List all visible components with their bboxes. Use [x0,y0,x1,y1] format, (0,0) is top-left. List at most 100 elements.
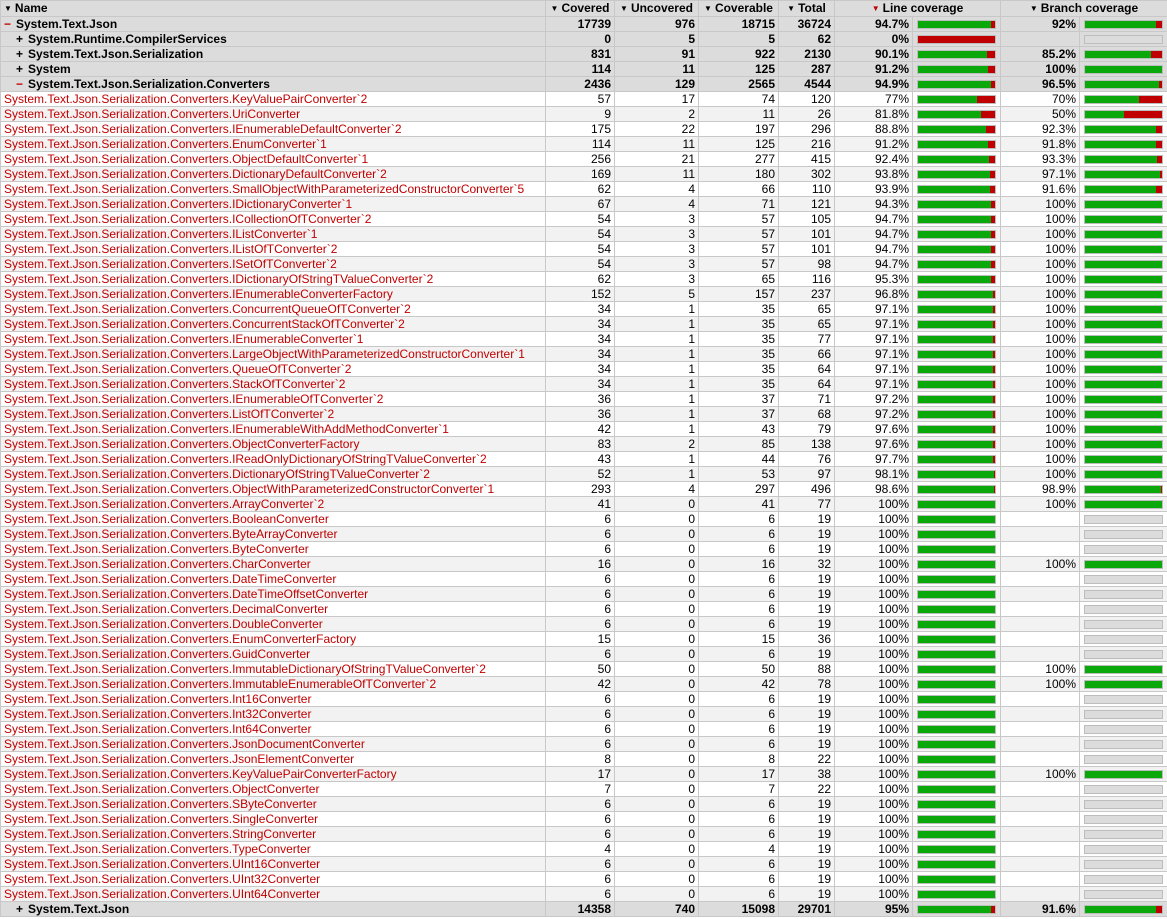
class-row[interactable]: System.Text.Json.Serialization.Converter… [0,646,1167,662]
expand-icon[interactable]: + [16,48,28,61]
class-row[interactable]: System.Text.Json.Serialization.Converter… [0,436,1167,452]
class-row[interactable]: System.Text.Json.Serialization.Converter… [0,271,1167,287]
collapse-icon[interactable]: − [4,18,16,31]
class-link[interactable]: System.Text.Json.Serialization.Converter… [4,813,318,826]
sort-by-name[interactable]: ▼ Name [0,0,546,17]
class-row[interactable]: System.Text.Json.Serialization.Converter… [0,496,1167,512]
class-link[interactable]: System.Text.Json.Serialization.Converter… [4,198,352,211]
namespace-link[interactable]: System [28,63,71,76]
class-link[interactable]: System.Text.Json.Serialization.Converter… [4,633,356,646]
class-link[interactable]: System.Text.Json.Serialization.Converter… [4,603,328,616]
class-row[interactable]: System.Text.Json.Serialization.Converter… [0,796,1167,812]
class-link[interactable]: System.Text.Json.Serialization.Converter… [4,348,525,361]
class-link[interactable]: System.Text.Json.Serialization.Converter… [4,153,368,166]
class-row[interactable]: System.Text.Json.Serialization.Converter… [0,511,1167,527]
namespace-link[interactable]: System.Text.Json [16,18,117,31]
class-link[interactable]: System.Text.Json.Serialization.Converter… [4,243,337,256]
class-link[interactable]: System.Text.Json.Serialization.Converter… [4,783,319,796]
class-link[interactable]: System.Text.Json.Serialization.Converter… [4,183,524,196]
class-row[interactable]: System.Text.Json.Serialization.Converter… [0,826,1167,842]
class-row[interactable]: System.Text.Json.Serialization.Converter… [0,631,1167,647]
class-row[interactable]: System.Text.Json.Serialization.Converter… [0,481,1167,497]
class-link[interactable]: System.Text.Json.Serialization.Converter… [4,678,436,691]
class-row[interactable]: System.Text.Json.Serialization.Converter… [0,391,1167,407]
class-link[interactable]: System.Text.Json.Serialization.Converter… [4,333,363,346]
class-row[interactable]: System.Text.Json.Serialization.Converter… [0,856,1167,872]
class-link[interactable]: System.Text.Json.Serialization.Converter… [4,888,320,901]
class-row[interactable]: System.Text.Json.Serialization.Converter… [0,316,1167,332]
class-link[interactable]: System.Text.Json.Serialization.Converter… [4,483,494,496]
class-row[interactable]: System.Text.Json.Serialization.Converter… [0,226,1167,242]
class-row[interactable]: System.Text.Json.Serialization.Converter… [0,661,1167,677]
class-link[interactable]: System.Text.Json.Serialization.Converter… [4,288,393,301]
class-link[interactable]: System.Text.Json.Serialization.Converter… [4,108,300,121]
class-link[interactable]: System.Text.Json.Serialization.Converter… [4,123,402,136]
class-row[interactable]: System.Text.Json.Serialization.Converter… [0,211,1167,227]
namespace-row[interactable]: − System.Text.Json 17739 976 18715 36724 94.7%… [0,16,1167,32]
namespace-link[interactable]: System.Text.Json.Serialization [28,48,203,61]
class-link[interactable]: System.Text.Json.Serialization.Converter… [4,873,320,886]
class-link[interactable]: System.Text.Json.Serialization.Converter… [4,468,430,481]
class-link[interactable]: System.Text.Json.Serialization.Converter… [4,663,486,676]
class-link[interactable]: System.Text.Json.Serialization.Converter… [4,408,334,421]
namespace-row[interactable]: + System.Text.Json.Serialization 831 91 922 2… [0,46,1167,62]
class-row[interactable]: System.Text.Json.Serialization.Converter… [0,811,1167,827]
class-row[interactable]: System.Text.Json.Serialization.Converter… [0,691,1167,707]
namespace-row[interactable]: + System.Runtime.CompilerServices 0 5 5 62 0% [0,31,1167,47]
class-link[interactable]: System.Text.Json.Serialization.Converter… [4,843,311,856]
class-row[interactable]: System.Text.Json.Serialization.Converter… [0,406,1167,422]
class-link[interactable]: System.Text.Json.Serialization.Converter… [4,693,311,706]
class-row[interactable]: System.Text.Json.Serialization.Converter… [0,721,1167,737]
class-row[interactable]: System.Text.Json.Serialization.Converter… [0,571,1167,587]
sort-by-line-coverage[interactable]: ▼ Line coverage [834,0,1001,17]
sort-by-covered[interactable]: ▼ Covered [545,0,615,17]
class-link[interactable]: System.Text.Json.Serialization.Converter… [4,648,310,661]
class-link[interactable]: System.Text.Json.Serialization.Converter… [4,213,371,226]
class-row[interactable]: System.Text.Json.Serialization.Converter… [0,616,1167,632]
expand-icon[interactable]: + [16,903,28,916]
class-link[interactable]: System.Text.Json.Serialization.Converter… [4,393,383,406]
class-row[interactable]: System.Text.Json.Serialization.Converter… [0,766,1167,782]
class-row[interactable]: System.Text.Json.Serialization.Converter… [0,586,1167,602]
class-link[interactable]: System.Text.Json.Serialization.Converter… [4,738,365,751]
class-row[interactable]: System.Text.Json.Serialization.Converter… [0,676,1167,692]
collapse-icon[interactable]: − [16,78,28,91]
namespace-link[interactable]: System.Text.Json.Serialization.Converter… [28,78,270,91]
class-link[interactable]: System.Text.Json.Serialization.Converter… [4,378,345,391]
sort-by-coverable[interactable]: ▼ Coverable [698,0,779,17]
class-link[interactable]: System.Text.Json.Serialization.Converter… [4,543,309,556]
class-link[interactable]: System.Text.Json.Serialization.Converter… [4,798,317,811]
class-row[interactable]: System.Text.Json.Serialization.Converter… [0,466,1167,482]
class-row[interactable]: System.Text.Json.Serialization.Converter… [0,151,1167,167]
class-link[interactable]: System.Text.Json.Serialization.Converter… [4,753,354,766]
expand-icon[interactable]: + [16,33,28,46]
class-row[interactable]: System.Text.Json.Serialization.Converter… [0,301,1167,317]
class-link[interactable]: System.Text.Json.Serialization.Converter… [4,723,311,736]
class-row[interactable]: System.Text.Json.Serialization.Converter… [0,421,1167,437]
sort-by-uncovered[interactable]: ▼ Uncovered [614,0,699,17]
class-link[interactable]: System.Text.Json.Serialization.Converter… [4,708,311,721]
class-row[interactable]: System.Text.Json.Serialization.Converter… [0,256,1167,272]
class-row[interactable]: System.Text.Json.Serialization.Converter… [0,526,1167,542]
class-link[interactable]: System.Text.Json.Serialization.Converter… [4,573,336,586]
class-row[interactable]: System.Text.Json.Serialization.Converter… [0,361,1167,377]
class-row[interactable]: System.Text.Json.Serialization.Converter… [0,136,1167,152]
namespace-link[interactable]: System.Runtime.CompilerServices [28,33,227,46]
class-row[interactable]: System.Text.Json.Serialization.Converter… [0,541,1167,557]
class-row[interactable]: System.Text.Json.Serialization.Converter… [0,871,1167,887]
class-row[interactable]: System.Text.Json.Serialization.Converter… [0,121,1167,137]
class-link[interactable]: System.Text.Json.Serialization.Converter… [4,258,337,271]
expand-icon[interactable]: + [16,63,28,76]
class-row[interactable]: System.Text.Json.Serialization.Converter… [0,781,1167,797]
class-row[interactable]: System.Text.Json.Serialization.Converter… [0,706,1167,722]
namespace-link[interactable]: System.Text.Json [28,903,129,916]
class-link[interactable]: System.Text.Json.Serialization.Converter… [4,318,405,331]
class-row[interactable]: System.Text.Json.Serialization.Converter… [0,241,1167,257]
class-row[interactable]: System.Text.Json.Serialization.Converter… [0,91,1167,107]
class-link[interactable]: System.Text.Json.Serialization.Converter… [4,858,320,871]
class-link[interactable]: System.Text.Json.Serialization.Converter… [4,513,329,526]
class-link[interactable]: System.Text.Json.Serialization.Converter… [4,273,433,286]
class-link[interactable]: System.Text.Json.Serialization.Converter… [4,768,397,781]
class-link[interactable]: System.Text.Json.Serialization.Converter… [4,453,487,466]
class-link[interactable]: System.Text.Json.Serialization.Converter… [4,828,316,841]
